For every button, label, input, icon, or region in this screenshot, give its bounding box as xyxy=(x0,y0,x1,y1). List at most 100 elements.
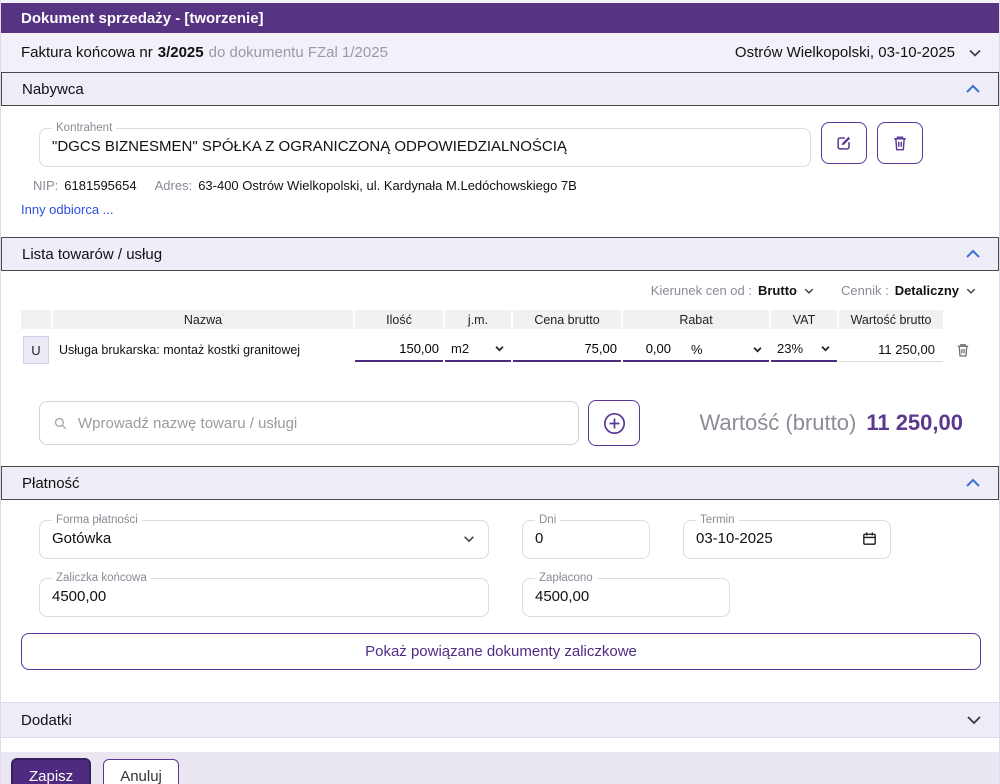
column-header-rabat: Rabat xyxy=(623,310,769,329)
chevron-down-icon xyxy=(804,288,814,294)
nip-value: 6181595654 xyxy=(64,178,137,193)
section-label-platnosc: Płatność xyxy=(22,474,80,492)
item-vat-select[interactable]: 23% xyxy=(771,338,837,362)
dni-label: Dni xyxy=(539,514,557,526)
chevron-down-icon xyxy=(464,535,474,542)
delete-row-button[interactable] xyxy=(945,341,981,359)
add-item-button[interactable] xyxy=(588,400,640,446)
total-label: Wartość (brutto) xyxy=(699,410,857,435)
chevron-up-icon xyxy=(966,478,980,487)
column-header-ilosc: Ilość xyxy=(355,310,443,329)
adres-value: 63-400 Ostrów Wielkopolski, ul. Kardynał… xyxy=(198,178,577,193)
item-search-box xyxy=(39,401,579,445)
chevron-down-icon xyxy=(967,716,981,725)
termin-label: Termin xyxy=(700,514,735,526)
zaplacono-label: Zapłacono xyxy=(539,572,593,584)
section-header-lista[interactable]: Lista towarów / usług xyxy=(1,237,999,271)
kontrahent-info-line: NIP: 6181595654 Adres: 63-400 Ostrów Wie… xyxy=(33,178,979,193)
save-button[interactable]: Zapisz xyxy=(11,757,92,784)
section-label-nabywca: Nabywca xyxy=(22,80,84,98)
show-related-advance-documents-button[interactable]: Pokaż powiązane dokumenty zaliczkowe xyxy=(21,633,981,670)
dni-field: Dni xyxy=(522,514,650,559)
forma-platnosci-select[interactable]: Gotówka xyxy=(52,526,476,551)
kierunek-cen-dropdown[interactable]: Kierunek cen od : Brutto xyxy=(651,283,815,298)
column-header-actions xyxy=(945,310,981,329)
column-header-nazwa: Nazwa xyxy=(53,310,353,329)
delete-kontrahent-button[interactable] xyxy=(877,122,923,164)
items-table-header: Nazwa Ilość j.m. Cena brutto Rabat VAT W… xyxy=(21,310,979,329)
total-value: 11 250,00 xyxy=(866,410,963,435)
zaliczka-koncowa-label: Zaliczka końcowa xyxy=(56,572,147,584)
kierunek-cen-value: Brutto xyxy=(757,283,797,298)
column-header-cena-brutto: Cena brutto xyxy=(513,310,621,329)
item-unit-select[interactable]: m2 xyxy=(445,338,511,362)
column-header-wartosc-brutto: Wartość brutto xyxy=(839,310,943,329)
section-label-dodatki: Dodatki xyxy=(21,711,72,729)
zaplacono-input[interactable] xyxy=(535,588,717,605)
document-type-label: Faktura końcowa nr xyxy=(21,44,153,61)
document-number-line: Faktura końcowa nr 3/2025 do dokumentu F… xyxy=(21,44,388,61)
item-type-badge: U xyxy=(23,336,49,364)
item-gross-price-input[interactable] xyxy=(513,338,621,362)
zaliczka-koncowa-input[interactable] xyxy=(52,588,476,605)
cennik-label: Cennik : xyxy=(840,283,889,298)
forma-platnosci-label: Forma płatności xyxy=(56,514,138,526)
table-row: U Usługa brukarska: montaż kostki granit… xyxy=(21,334,979,366)
platnosc-body: Forma płatności Gotówka Dni Termin xyxy=(1,500,999,684)
column-header-vat: VAT xyxy=(771,310,837,329)
item-discount-input[interactable] xyxy=(623,338,675,360)
kontrahent-input[interactable] xyxy=(52,138,798,155)
item-quantity-input[interactable] xyxy=(355,338,443,362)
place-date-dropdown[interactable]: Ostrów Wielkopolski, 03-10-2025 xyxy=(735,44,983,61)
edit-pencil-icon xyxy=(837,136,851,150)
nabywca-body: Kontrahent NIP: 6181595654 Adres: xyxy=(1,106,999,237)
item-name: Usługa brukarska: montaż kostki granitow… xyxy=(59,343,301,357)
trash-icon xyxy=(894,136,906,151)
item-discount-cell: % xyxy=(623,338,769,362)
termin-field: Termin xyxy=(683,514,891,559)
section-header-dodatki[interactable]: Dodatki xyxy=(1,702,999,738)
item-vat-value: 23% xyxy=(777,341,804,356)
chevron-up-icon xyxy=(966,84,980,93)
chevron-down-icon xyxy=(821,346,830,352)
cennik-value: Detaliczny xyxy=(894,283,959,298)
item-search-input[interactable] xyxy=(78,414,566,432)
document-header: Faktura końcowa nr 3/2025 do dokumentu F… xyxy=(1,33,999,72)
section-header-nabywca[interactable]: Nabywca xyxy=(1,72,999,106)
chevron-down-icon[interactable] xyxy=(752,344,763,355)
nip-label: NIP: xyxy=(33,178,59,193)
adres-label: Adres: xyxy=(154,178,193,193)
sales-document-window: Dokument sprzedaży - [tworzenie] Faktura… xyxy=(0,0,1000,784)
lista-body: Kierunek cen od : Brutto Cennik : Detali… xyxy=(1,271,999,466)
window-title-bar: Dokument sprzedaży - [tworzenie] xyxy=(1,3,999,33)
inny-odbiorca-link[interactable]: Inny odbiorca ... xyxy=(21,202,114,217)
dni-input[interactable] xyxy=(535,530,637,547)
section-label-lista: Lista towarów / usług xyxy=(22,245,163,263)
place-date-value: Ostrów Wielkopolski, 03-10-2025 xyxy=(734,44,955,61)
window-title: Dokument sprzedaży - [tworzenie] xyxy=(21,9,264,27)
termin-date-input[interactable] xyxy=(696,530,853,547)
plus-circle-icon xyxy=(603,412,625,434)
chevron-down-icon xyxy=(969,49,981,57)
related-document-label: do dokumentu FZal 1/2025 xyxy=(208,44,388,61)
item-unit-value: m2 xyxy=(451,341,470,356)
zaliczka-koncowa-field: Zaliczka końcowa xyxy=(39,572,489,617)
kierunek-cen-label: Kierunek cen od : xyxy=(650,283,752,298)
edit-kontrahent-button[interactable] xyxy=(821,122,867,164)
chevron-down-icon xyxy=(495,346,504,352)
search-icon xyxy=(54,417,67,429)
document-total: Wartość (brutto) 11 250,00 xyxy=(699,410,979,436)
forma-platnosci-field: Forma płatności Gotówka xyxy=(39,514,489,559)
action-bar: Zapisz Anuluj xyxy=(1,752,999,784)
trash-icon xyxy=(957,344,969,357)
cennik-dropdown[interactable]: Cennik : Detaliczny xyxy=(841,283,977,298)
item-discount-unit-select[interactable]: % xyxy=(691,342,703,357)
forma-platnosci-value: Gotówka xyxy=(52,530,112,547)
document-number: 3/2025 xyxy=(157,44,204,61)
section-header-platnosc[interactable]: Płatność xyxy=(1,466,999,500)
cancel-button[interactable]: Anuluj xyxy=(103,758,179,784)
chevron-down-icon xyxy=(966,288,976,294)
item-gross-value: 11 250,00 xyxy=(839,339,943,362)
chevron-up-icon xyxy=(966,249,980,258)
calendar-icon[interactable] xyxy=(861,530,878,547)
